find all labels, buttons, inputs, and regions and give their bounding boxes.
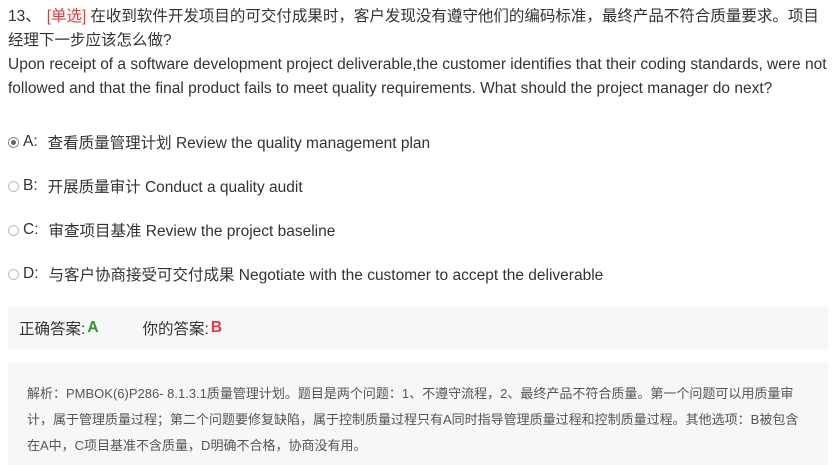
radio-unselected-icon[interactable] bbox=[8, 268, 19, 280]
option-d[interactable]: D: 与客户协商接受可交付成果 Negotiate with the custo… bbox=[8, 262, 603, 286]
radio-selected-icon[interactable] bbox=[8, 136, 19, 148]
option-text: 与客户协商接受可交付成果 Negotiate with the customer… bbox=[48, 267, 604, 284]
explanation-panel: 解析：PMBOK(6)P286- 8.1.3.1质量管理计划。题目是两个问题：1… bbox=[8, 362, 828, 465]
question-number: 13、 bbox=[8, 8, 41, 25]
radio-unselected-icon[interactable] bbox=[8, 180, 19, 192]
correct-answer-value: A bbox=[87, 319, 99, 336]
option-letter: C: bbox=[23, 221, 39, 238]
question-type-tag: [单选] bbox=[46, 8, 87, 25]
option-letter: B: bbox=[23, 177, 38, 194]
option-a[interactable]: A: 查看质量管理计划 Review the quality managemen… bbox=[8, 130, 430, 154]
your-answer-label: 你的答案: bbox=[142, 321, 209, 338]
option-text: 查看质量管理计划 Review the quality management p… bbox=[47, 135, 431, 152]
question: 13、 [单选] 在收到软件开发项目的可交付成果时，客户发现没有遵守他们的编码标准，… bbox=[8, 5, 832, 101]
your-answer-value: B bbox=[210, 319, 223, 336]
option-letter: A: bbox=[23, 133, 38, 150]
explanation-text: 解析：PMBOK(6)P286- 8.1.3.1质量管理计划。题目是两个问题：1… bbox=[27, 386, 799, 453]
radio-unselected-icon[interactable] bbox=[8, 224, 19, 236]
option-c[interactable]: C: 审查项目基准 Review the project baseline bbox=[8, 218, 335, 242]
correct-answer-label: 正确答案: bbox=[19, 321, 86, 338]
option-letter: D: bbox=[23, 265, 39, 282]
option-text: 审查项目基准 Review the project baseline bbox=[48, 223, 336, 240]
option-b[interactable]: B: 开展质量审计 Conduct a quality audit bbox=[8, 174, 303, 198]
question-text-cn: 在收到软件开发项目的可交付成果时，客户发现没有遵守他们的编码标准，最终产品不符合… bbox=[8, 8, 819, 49]
option-text: 开展质量审计 Conduct a quality audit bbox=[47, 179, 303, 196]
question-text-en: Upon receipt of a software development p… bbox=[8, 56, 827, 97]
answer-panel: 正确答案: A 你的答案: B bbox=[8, 306, 828, 350]
